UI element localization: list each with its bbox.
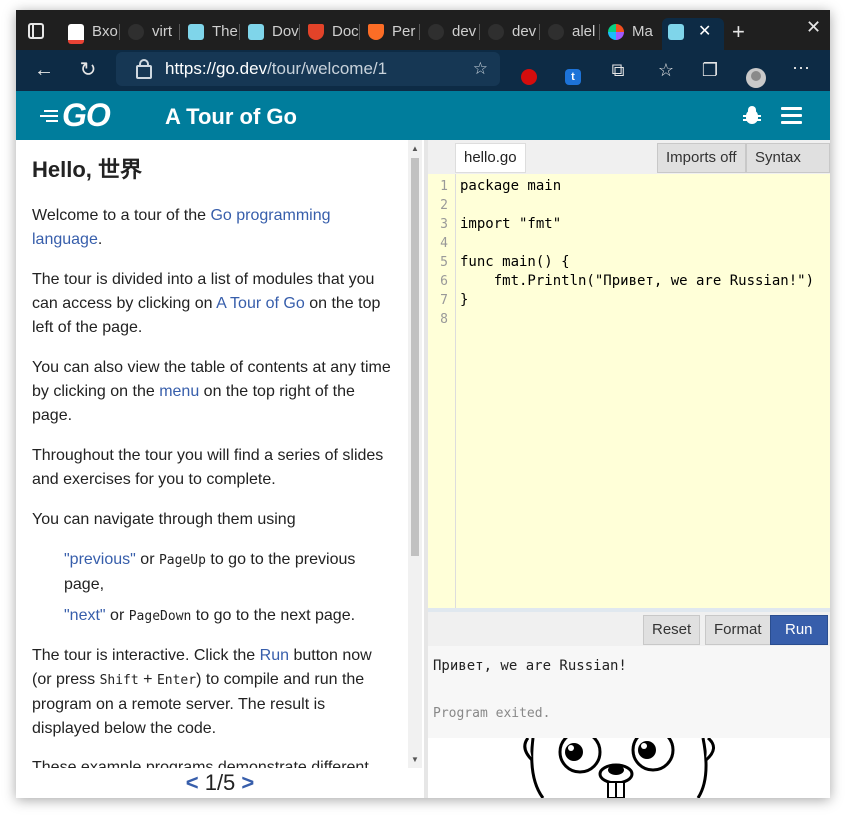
imports-toggle-button[interactable]: Imports off bbox=[657, 143, 746, 173]
browser-tab[interactable]: Ma bbox=[602, 18, 660, 46]
previous-instruction: "previous" or PageUp to go to the previo… bbox=[64, 551, 356, 593]
previous-link[interactable]: "previous" bbox=[64, 551, 136, 568]
browser-tab[interactable]: virt bbox=[122, 18, 180, 46]
lesson-paragraph: Welcome to a tour of the Go programming … bbox=[32, 207, 331, 248]
next-link[interactable]: "next" bbox=[64, 607, 106, 624]
code-line[interactable]: func main() { bbox=[460, 253, 570, 272]
output-toolbar: Reset Format Run bbox=[428, 612, 830, 646]
code-line[interactable]: import "fmt" bbox=[460, 215, 561, 234]
browser-tab[interactable]: alel bbox=[542, 18, 600, 46]
favorites-icon[interactable]: ☆ bbox=[655, 60, 677, 80]
format-button[interactable]: Format bbox=[705, 615, 771, 645]
tour-header: GO A Tour of Go bbox=[16, 91, 830, 140]
code-line[interactable]: } bbox=[460, 291, 468, 310]
github-icon bbox=[488, 24, 504, 40]
prev-page-button[interactable]: < bbox=[186, 770, 199, 795]
code-line[interactable]: fmt.Println("Привет, we are Russian!") bbox=[460, 272, 814, 291]
github-icon bbox=[548, 24, 564, 40]
browser-toolbar: ← ↻ https://go.dev/tour/welcome/1 ☆ t ⧉ … bbox=[16, 50, 830, 91]
tour-title-link[interactable]: A Tour of Go bbox=[165, 104, 297, 130]
run-button[interactable]: Run bbox=[770, 615, 828, 645]
lesson-heading: Hello, 世界 bbox=[32, 157, 143, 182]
gmail-icon bbox=[68, 24, 84, 44]
browser-tab[interactable]: Per bbox=[362, 18, 420, 46]
tab-strip: Bxo virt The Dov Doc Per dev dev alel Ma… bbox=[16, 10, 830, 50]
reload-icon[interactable]: ↻ bbox=[77, 60, 99, 80]
lesson-pane: Hello, 世界 Welcome to a tour of the Go pr… bbox=[16, 140, 426, 769]
gopher-icon bbox=[188, 24, 204, 40]
file-tab[interactable]: hello.go bbox=[455, 143, 526, 173]
translate-extension-icon[interactable]: t bbox=[565, 69, 581, 85]
lock-icon bbox=[136, 59, 152, 79]
scroll-thumb[interactable] bbox=[411, 158, 419, 556]
exit-status: Program exited. bbox=[433, 706, 551, 721]
adblock-extension-icon[interactable] bbox=[521, 69, 537, 85]
more-menu-icon[interactable]: ⋯ bbox=[790, 58, 812, 78]
lesson-scrollbar[interactable]: ▲ ▼ bbox=[408, 140, 422, 768]
new-tab-icon[interactable]: + bbox=[732, 18, 745, 46]
collections-icon[interactable]: ❐ bbox=[699, 60, 721, 80]
lesson-paragraph: You can navigate through them using bbox=[32, 511, 296, 528]
github-icon bbox=[428, 24, 444, 40]
browser-tab[interactable]: The bbox=[182, 18, 240, 46]
gopher-mascot-image bbox=[428, 738, 830, 798]
gitlab-icon bbox=[368, 24, 384, 40]
close-tab-icon[interactable]: ✕ bbox=[698, 18, 711, 46]
lesson-paragraph: These example programs demonstrate diffe… bbox=[32, 759, 369, 768]
next-instruction: "next" or PageDown to go to the next pag… bbox=[64, 607, 356, 624]
tab-actions-icon[interactable] bbox=[26, 21, 44, 39]
close-window-icon[interactable]: ✕ bbox=[806, 17, 821, 38]
pager: < 1/5 > bbox=[16, 768, 424, 798]
gopher-icon bbox=[248, 24, 264, 40]
browser-tab[interactable]: dev bbox=[422, 18, 480, 46]
code-line[interactable]: package main bbox=[460, 177, 561, 196]
back-arrow-icon[interactable]: ← bbox=[33, 60, 55, 80]
run-link[interactable]: Run bbox=[260, 647, 289, 664]
gopher-icon bbox=[668, 24, 684, 40]
extensions-icon[interactable]: ⧉ bbox=[607, 60, 629, 80]
scroll-up-icon[interactable]: ▲ bbox=[411, 144, 419, 153]
reset-button[interactable]: Reset bbox=[643, 615, 701, 645]
bug-icon[interactable] bbox=[743, 106, 761, 126]
hamburger-menu-icon[interactable] bbox=[781, 107, 802, 124]
url-text[interactable]: https://go.dev/tour/welcome/1 bbox=[165, 59, 387, 79]
gitlab-icon bbox=[308, 24, 324, 40]
syntax-toggle-button[interactable]: Syntax off bbox=[746, 143, 830, 194]
editor-toolbar: hello.go Imports off Syntax off bbox=[428, 140, 830, 194]
browser-tab-active[interactable]: ✕ bbox=[662, 18, 724, 50]
browser-tab[interactable]: Dov bbox=[242, 18, 300, 46]
scroll-down-icon[interactable]: ▼ bbox=[411, 755, 419, 764]
line-number-gutter: 1 2 3 4 5 6 7 8 bbox=[428, 174, 456, 608]
go-logo[interactable]: GO bbox=[40, 97, 124, 133]
address-bar[interactable]: https://go.dev/tour/welcome/1 ☆ bbox=[116, 52, 500, 86]
profile-avatar[interactable] bbox=[746, 68, 766, 88]
next-page-button[interactable]: > bbox=[241, 770, 254, 795]
browser-tab[interactable]: dev bbox=[482, 18, 540, 46]
lesson-paragraph: Throughout the tour you will find a seri… bbox=[32, 447, 384, 488]
code-editor[interactable]: 1 2 3 4 5 6 7 8 package main import "fmt… bbox=[428, 174, 830, 608]
lesson-paragraph: You can also view the table of contents … bbox=[32, 359, 391, 424]
add-favorite-icon[interactable]: ☆ bbox=[473, 59, 488, 79]
github-icon bbox=[128, 24, 144, 40]
multicolor-icon bbox=[608, 24, 624, 40]
output-text: Привет, we are Russian! bbox=[433, 658, 627, 674]
browser-window: Bxo virt The Dov Doc Per dev dev alel Ma… bbox=[16, 10, 830, 798]
page-position: 1/5 bbox=[204, 770, 236, 795]
menu-link[interactable]: menu bbox=[159, 383, 199, 400]
browser-tab[interactable]: Doc bbox=[302, 18, 360, 46]
tour-of-go-link[interactable]: A Tour of Go bbox=[216, 295, 305, 312]
browser-tab[interactable]: Bxo bbox=[62, 18, 120, 46]
program-output: Привет, we are Russian! Program exited. bbox=[428, 646, 830, 738]
lesson-paragraph: The tour is interactive. Click the Run b… bbox=[32, 647, 372, 737]
lesson-paragraph: The tour is divided into a list of modul… bbox=[32, 271, 381, 336]
